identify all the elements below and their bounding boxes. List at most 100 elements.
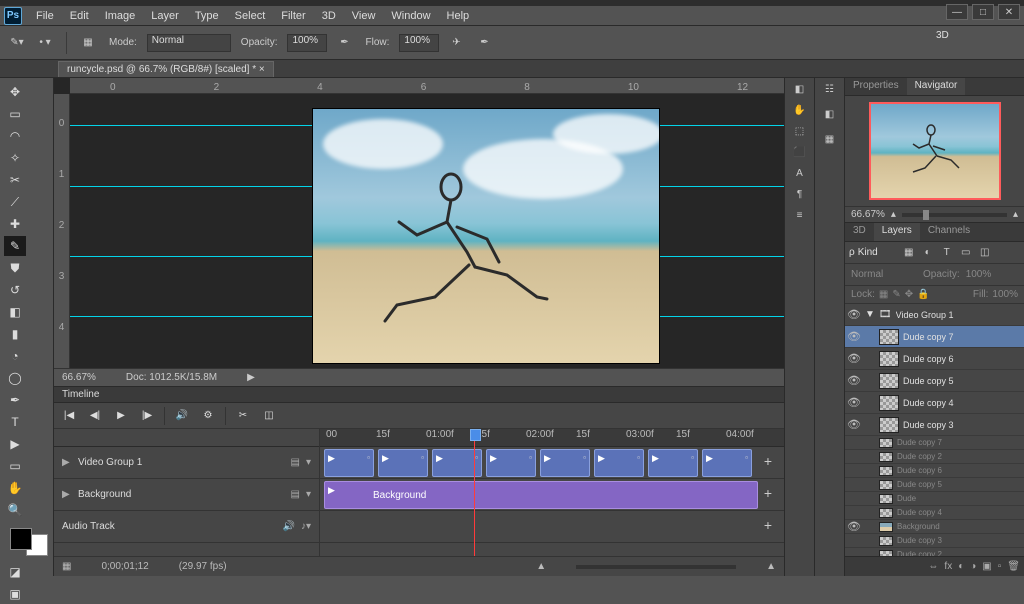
split-button[interactable]: ✂ xyxy=(234,407,252,425)
lock-trans-icon[interactable]: ▦ xyxy=(879,289,888,300)
layer-item[interactable]: Dude copy 2 xyxy=(845,450,1024,464)
canvas[interactable] xyxy=(312,108,660,364)
tab-channels[interactable]: Channels xyxy=(920,223,978,241)
fx-icon[interactable]: fx xyxy=(944,561,952,572)
type-tool[interactable]: T xyxy=(4,412,26,432)
status-arrow-icon[interactable]: ▶ xyxy=(247,372,255,383)
brush-preset-icon[interactable]: • ▾ xyxy=(34,32,56,54)
blur-tool[interactable]: ◔ xyxy=(4,346,26,366)
screenmode-tool[interactable]: ▣ xyxy=(4,584,26,604)
filter-type-icon[interactable]: T xyxy=(939,246,955,260)
mode-select[interactable]: Normal xyxy=(147,34,231,52)
history-brush-tool[interactable]: ↺ xyxy=(4,280,26,300)
pressure-size-icon[interactable]: ✒ xyxy=(473,32,495,54)
menu-3d[interactable]: 3D xyxy=(314,10,344,22)
expand-icon[interactable]: ▼ xyxy=(865,309,875,320)
timecode[interactable]: 0;00;01;12 xyxy=(101,561,148,572)
prev-frame-button[interactable]: ◀| xyxy=(86,407,104,425)
move-tool[interactable]: ✥ xyxy=(4,82,26,102)
play-button[interactable]: ▶ xyxy=(112,407,130,425)
filter-shape-icon[interactable]: ▭ xyxy=(958,246,974,260)
menu-edit[interactable]: Edit xyxy=(62,10,97,22)
gradient-tool[interactable]: ▮ xyxy=(4,324,26,344)
airbrush-icon[interactable]: ✈ xyxy=(445,32,467,54)
tool-preset-icon[interactable]: ✎▾ xyxy=(6,32,28,54)
menu-type[interactable]: Type xyxy=(187,10,227,22)
color-icon[interactable]: ◧ xyxy=(825,109,834,120)
tab-3d[interactable]: 3D xyxy=(845,223,874,241)
zoom-in-icon[interactable]: ▲ xyxy=(766,561,776,572)
first-frame-button[interactable]: |◀ xyxy=(60,407,78,425)
menu-image[interactable]: Image xyxy=(97,10,144,22)
mute-icon[interactable]: 🔊 xyxy=(283,521,295,532)
eyedropper-tool[interactable]: ⟋ xyxy=(4,192,26,212)
tab-properties[interactable]: Properties xyxy=(845,78,907,95)
panel-icon[interactable]: ⬚ xyxy=(795,126,804,137)
background-clip[interactable]: ▶Background xyxy=(324,481,758,509)
blend-mode-select[interactable]: Normal xyxy=(851,269,917,280)
menu-window[interactable]: Window xyxy=(383,10,438,22)
video-clip[interactable]: ▶▫ xyxy=(594,449,644,477)
track-video-group[interactable]: ▶ Video Group 1 ▤▾ xyxy=(54,447,319,479)
new-layer-icon[interactable]: ▫ xyxy=(998,561,1002,572)
track-opts-icon[interactable]: ▤ xyxy=(291,489,300,500)
layer-item[interactable]: 👁Dude copy 5 xyxy=(845,370,1024,392)
history-icon[interactable]: ☷ xyxy=(825,84,834,95)
video-clip[interactable]: ▶▫ xyxy=(324,449,374,477)
add-media-button[interactable]: + xyxy=(758,453,778,473)
next-frame-button[interactable]: |▶ xyxy=(138,407,156,425)
add-media-button[interactable]: + xyxy=(758,485,778,505)
timeline-ruler[interactable]: 0015f01:00f15f02:00f15f03:00f15f04:00f xyxy=(320,429,784,447)
layer-item[interactable]: Dude copy 4 xyxy=(845,506,1024,520)
maximize-button[interactable]: □ xyxy=(972,4,994,20)
layer-item[interactable]: Dude xyxy=(845,492,1024,506)
layer-item[interactable]: 👁Dude copy 6 xyxy=(845,348,1024,370)
track-background[interactable]: ▶ Background ▤▾ xyxy=(54,479,319,511)
expand-icon[interactable]: ▶ xyxy=(62,489,72,500)
video-clip[interactable]: ▶▫ xyxy=(378,449,428,477)
layer-item[interactable]: Dude copy 6 xyxy=(845,464,1024,478)
wand-tool[interactable]: ✧ xyxy=(4,148,26,168)
video-clip[interactable]: ▶▫ xyxy=(648,449,698,477)
lasso-tool[interactable]: ◠ xyxy=(4,126,26,146)
quickmask-tool[interactable]: ◪ xyxy=(4,562,26,582)
filter-smart-icon[interactable]: ◫ xyxy=(977,246,993,260)
layer-item[interactable]: 👁Background xyxy=(845,520,1024,534)
menu-filter[interactable]: Filter xyxy=(273,10,313,22)
frame-mode-icon[interactable]: ▦ xyxy=(62,561,71,572)
menu-layer[interactable]: Layer xyxy=(143,10,187,22)
panel-icon[interactable]: ✋ xyxy=(793,105,805,116)
panel-icon[interactable]: ≡ xyxy=(797,210,803,221)
canvas-area[interactable]: 0246810121416 0123456 xyxy=(54,78,784,368)
doc-tab[interactable]: runcycle.psd @ 66.7% (RGB/8#) [scaled] *… xyxy=(58,61,274,77)
group-icon[interactable]: ▣ xyxy=(982,561,991,572)
menu-help[interactable]: Help xyxy=(439,10,478,22)
timeline-zoom-slider[interactable] xyxy=(576,565,736,569)
nav-zoom-slider[interactable] xyxy=(902,213,1007,217)
opacity-input[interactable]: 100% xyxy=(287,34,327,52)
video-clip[interactable]: ▶▫ xyxy=(486,449,536,477)
workspace-select[interactable]: 3D xyxy=(936,30,1016,41)
dodge-tool[interactable]: ◯ xyxy=(4,368,26,388)
close-button[interactable]: ✕ xyxy=(998,4,1020,20)
visibility-icon[interactable]: 👁 xyxy=(847,308,861,321)
add-audio-button[interactable]: + xyxy=(758,517,778,537)
lock-all-icon[interactable]: 🔒 xyxy=(917,289,929,300)
mute-button[interactable]: 🔊 xyxy=(173,407,191,425)
track-audio[interactable]: Audio Track 🔊♪▾ xyxy=(54,511,319,543)
layer-item[interactable]: Dude copy 3 xyxy=(845,534,1024,548)
expand-icon[interactable]: ▶ xyxy=(62,457,72,468)
path-select-tool[interactable]: ▶ xyxy=(4,434,26,454)
swatches-icon[interactable]: ▦ xyxy=(825,134,834,145)
transition-button[interactable]: ◫ xyxy=(260,407,278,425)
eraser-tool[interactable]: ◧ xyxy=(4,302,26,322)
settings-button[interactable]: ⚙ xyxy=(199,407,217,425)
lock-paint-icon[interactable]: ✎ xyxy=(892,289,900,300)
panel-icon[interactable]: ◧ xyxy=(795,84,804,95)
layer-item[interactable]: Dude copy 2 xyxy=(845,548,1024,556)
layer-item[interactable]: 👁Dude copy 7 xyxy=(845,326,1024,348)
panel-icon[interactable]: A xyxy=(796,168,803,179)
stamp-tool[interactable]: ⛊ xyxy=(4,258,26,278)
tab-layers[interactable]: Layers xyxy=(874,223,920,241)
layer-group[interactable]: 👁 ▼ 🎞 Video Group 1 xyxy=(845,304,1024,326)
